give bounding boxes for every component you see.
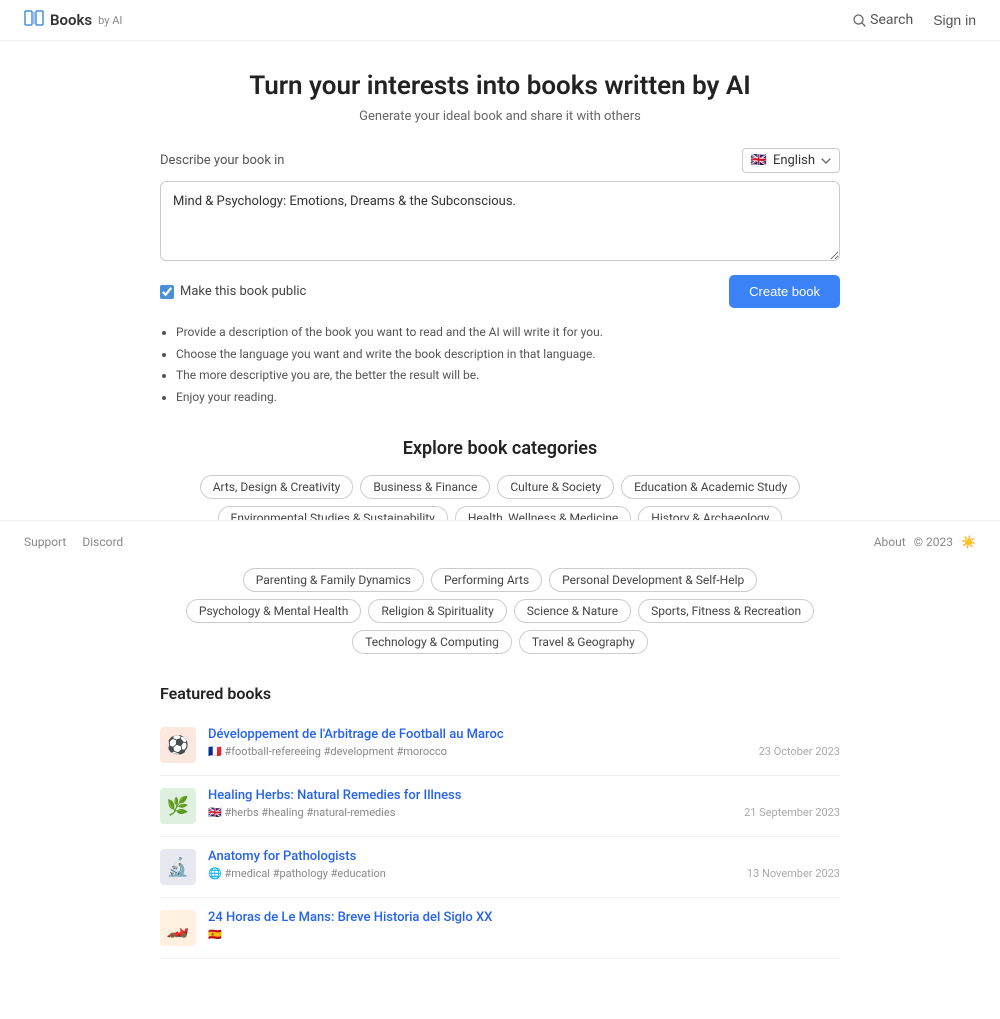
about-link[interactable]: About [874,535,906,549]
category-tag-sports[interactable]: Sports, Fitness & Recreation [638,599,814,623]
book-date-2: 21 September 2023 [744,806,840,819]
book-item-4[interactable]: 🏎️ 24 Horas de Le Mans: Breve Historia d… [160,898,840,959]
tips-list: Provide a description of the book you wa… [176,322,840,408]
book-tags-3: 🌐 #medical #pathology #education [208,867,386,880]
book-title-3: Anatomy for Pathologists [208,849,840,864]
category-tag-parenting[interactable]: Parenting & Family Dynamics [243,568,424,592]
book-tags-1: 🇫🇷 #football-refereeing #development #mo… [208,745,447,758]
category-tag-science[interactable]: Science & Nature [514,599,631,623]
book-tags-4: 🇪🇸 [208,928,222,941]
public-checkbox[interactable] [160,285,174,299]
book-tags-date-3: 🌐 #medical #pathology #education 13 Nove… [208,867,840,880]
support-link[interactable]: Support [24,535,66,549]
book-tags-date-2: 🇬🇧 #herbs #healing #natural-remedies 21 … [208,806,840,819]
category-tag-religion[interactable]: Religion & Spirituality [368,599,506,623]
category-tag-travel[interactable]: Travel & Geography [519,630,648,654]
logo-icon [24,10,44,30]
book-tags-date-1: 🇫🇷 #football-refereeing #development #mo… [208,745,840,758]
flag-icon: 🇬🇧 [751,153,767,168]
book-tags-2: 🇬🇧 #herbs #healing #natural-remedies [208,806,395,819]
search-link[interactable]: Search [853,12,913,28]
book-item-1[interactable]: ⚽ Développement de l'Arbitrage de Footba… [160,715,840,776]
book-info-2: Healing Herbs: Natural Remedies for Illn… [208,788,840,819]
book-flag-2: 🇬🇧 [208,806,224,819]
book-item-3[interactable]: 🔬 Anatomy for Pathologists 🌐 #medical #p… [160,837,840,898]
book-info-3: Anatomy for Pathologists 🌐 #medical #pat… [208,849,840,880]
public-checkbox-label[interactable]: Make this book public [160,284,306,299]
tip-item: The more descriptive you are, the better… [176,365,840,387]
search-label: Search [870,12,913,28]
book-flag-4: 🇪🇸 [208,928,222,941]
discord-link[interactable]: Discord [82,535,123,549]
book-date-3: 13 November 2023 [747,867,840,880]
footer-left: Support Discord [24,535,123,549]
language-value: English [773,153,815,168]
logo[interactable]: Books by AI [24,10,122,30]
book-info-1: Développement de l'Arbitrage de Football… [208,727,840,758]
book-item-2[interactable]: 🌿 Healing Herbs: Natural Remedies for Il… [160,776,840,837]
footer-right: About © 2023 ☀️ [874,535,976,549]
book-title-1: Développement de l'Arbitrage de Football… [208,727,840,742]
form-bottom-row: Make this book public Create book [160,275,840,308]
category-tag-performing[interactable]: Performing Arts [431,568,542,592]
book-flag-1: 🇫🇷 [208,745,224,758]
sign-in-button[interactable]: Sign in [933,12,976,28]
language-selector[interactable]: 🇬🇧 English [742,148,840,173]
book-title-2: Healing Herbs: Natural Remedies for Illn… [208,788,840,803]
theme-toggle-icon[interactable]: ☀️ [961,535,976,549]
book-date-1: 23 October 2023 [759,745,840,758]
categories-grid: Arts, Design & Creativity Business & Fin… [160,475,840,654]
logo-suffix: by AI [98,14,122,27]
category-tag-business[interactable]: Business & Finance [360,475,490,499]
book-description-input[interactable]: Mind & Psychology: Emotions, Dreams & th… [160,181,840,261]
public-label-text: Make this book public [180,284,306,299]
featured-books-title: Featured books [160,684,840,703]
hero-title: Turn your interests into books written b… [160,71,840,101]
book-info-4: 24 Horas de Le Mans: Breve Historia del … [208,910,840,941]
book-flag-3: 🌐 [208,867,224,880]
category-tag-personal[interactable]: Personal Development & Self-Help [549,568,757,592]
book-list: ⚽ Développement de l'Arbitrage de Footba… [160,715,840,959]
header: Books by AI Search Sign in [0,0,1000,41]
book-tags-date-4: 🇪🇸 [208,928,840,941]
category-tag-culture[interactable]: Culture & Society [497,475,614,499]
create-book-button[interactable]: Create book [729,275,840,308]
category-tag-education[interactable]: Education & Academic Study [621,475,800,499]
category-tag-technology[interactable]: Technology & Computing [352,630,512,654]
category-tag-psychology[interactable]: Psychology & Mental Health [186,599,361,623]
describe-label-row: Describe your book in 🇬🇧 English [160,148,840,173]
describe-label: Describe your book in [160,153,284,168]
tip-item: Provide a description of the book you wa… [176,322,840,344]
copyright-text: © 2023 [914,535,953,549]
footer: Support Discord About © 2023 ☀️ [0,520,1000,563]
hero-subtitle: Generate your ideal book and share it wi… [160,109,840,124]
book-cover-2: 🌿 [160,788,196,824]
book-cover-3: 🔬 [160,849,196,885]
book-cover-4: 🏎️ [160,910,196,946]
header-nav: Search Sign in [853,12,976,28]
book-title-4: 24 Horas de Le Mans: Breve Historia del … [208,910,840,925]
categories-section-title: Explore book categories [160,438,840,459]
book-cover-1: ⚽ [160,727,196,763]
logo-text: Books [50,11,92,29]
category-tag-arts[interactable]: Arts, Design & Creativity [200,475,354,499]
tip-item: Choose the language you want and write t… [176,344,840,366]
tip-item: Enjoy your reading. [176,387,840,409]
